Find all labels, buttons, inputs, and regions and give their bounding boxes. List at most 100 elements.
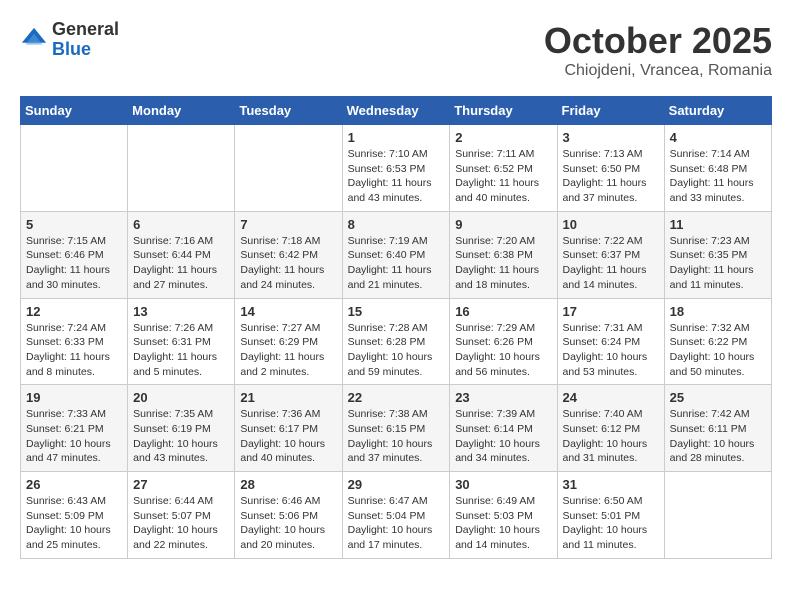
day-info: Sunrise: 6:47 AM Sunset: 5:04 PM Dayligh…	[348, 494, 445, 553]
calendar-cell	[235, 125, 342, 212]
day-number: 31	[563, 477, 659, 492]
calendar-cell: 19 Sunrise: 7:33 AM Sunset: 6:21 PM Dayli…	[21, 385, 128, 472]
calendar-cell: 30Sunrise: 6:49 AM Sunset: 5:03 PM Dayli…	[450, 472, 557, 559]
day-number: 5	[26, 217, 122, 232]
day-info: Sunrise: 7:22 AM Sunset: 6:37 PM Dayligh…	[563, 234, 659, 293]
day-info: Sunrise: 7:16 AM Sunset: 6:44 PM Dayligh…	[133, 234, 229, 293]
calendar-cell: 25Sunrise: 7:42 AM Sunset: 6:11 PM Dayli…	[664, 385, 771, 472]
day-number: 19	[26, 390, 122, 405]
month-title: October 2025	[544, 20, 772, 62]
day-number: 23	[455, 390, 551, 405]
weekday-monday: Monday	[128, 97, 235, 125]
week-row-5: 26Sunrise: 6:43 AM Sunset: 5:09 PM Dayli…	[21, 472, 772, 559]
calendar-cell: 7 Sunrise: 7:18 AM Sunset: 6:42 PM Daylig…	[235, 211, 342, 298]
day-info: Sunrise: 7:24 AM Sunset: 6:33 PM Dayligh…	[26, 321, 122, 380]
day-info: Sunrise: 7:14 AM Sunset: 6:48 PM Dayligh…	[670, 147, 766, 206]
weekday-thursday: Thursday	[450, 97, 557, 125]
calendar-cell: 21 Sunrise: 7:36 AM Sunset: 6:17 PM Dayli…	[235, 385, 342, 472]
day-number: 8	[348, 217, 445, 232]
day-number: 14	[240, 304, 336, 319]
calendar-cell: 15 Sunrise: 7:28 AM Sunset: 6:28 PM Dayli…	[342, 298, 450, 385]
location: Chiojdeni, Vrancea, Romania	[544, 62, 772, 80]
day-info: Sunrise: 7:11 AM Sunset: 6:52 PM Dayligh…	[455, 147, 551, 206]
calendar-cell: 28 Sunrise: 6:46 AM Sunset: 5:06 PM Dayli…	[235, 472, 342, 559]
day-info: Sunrise: 7:35 AM Sunset: 6:19 PM Dayligh…	[133, 407, 229, 466]
calendar-cell	[128, 125, 235, 212]
calendar-cell: 10 Sunrise: 7:22 AM Sunset: 6:37 PM Dayli…	[557, 211, 664, 298]
week-row-3: 12 Sunrise: 7:24 AM Sunset: 6:33 PM Dayli…	[21, 298, 772, 385]
day-info: Sunrise: 7:29 AM Sunset: 6:26 PM Dayligh…	[455, 321, 551, 380]
day-number: 11	[670, 217, 766, 232]
calendar-cell: 27 Sunrise: 6:44 AM Sunset: 5:07 PM Dayli…	[128, 472, 235, 559]
calendar-cell: 11 Sunrise: 7:23 AM Sunset: 6:35 PM Dayli…	[664, 211, 771, 298]
day-number: 17	[563, 304, 659, 319]
day-number: 18	[670, 304, 766, 319]
day-number: 12	[26, 304, 122, 319]
day-number: 27	[133, 477, 229, 492]
day-info: Sunrise: 7:10 AM Sunset: 6:53 PM Dayligh…	[348, 147, 445, 206]
calendar-cell: 3Sunrise: 7:13 AM Sunset: 6:50 PM Daylig…	[557, 125, 664, 212]
day-number: 22	[348, 390, 445, 405]
day-info: Sunrise: 7:13 AM Sunset: 6:50 PM Dayligh…	[563, 147, 659, 206]
day-number: 21	[240, 390, 336, 405]
day-info: Sunrise: 7:18 AM Sunset: 6:42 PM Dayligh…	[240, 234, 336, 293]
calendar-cell: 31Sunrise: 6:50 AM Sunset: 5:01 PM Dayli…	[557, 472, 664, 559]
day-info: Sunrise: 7:26 AM Sunset: 6:31 PM Dayligh…	[133, 321, 229, 380]
week-row-4: 19 Sunrise: 7:33 AM Sunset: 6:21 PM Dayli…	[21, 385, 772, 472]
weekday-saturday: Saturday	[664, 97, 771, 125]
calendar-cell	[21, 125, 128, 212]
day-info: Sunrise: 7:32 AM Sunset: 6:22 PM Dayligh…	[670, 321, 766, 380]
day-number: 16	[455, 304, 551, 319]
weekday-friday: Friday	[557, 97, 664, 125]
calendar-cell: 22 Sunrise: 7:38 AM Sunset: 6:15 PM Dayli…	[342, 385, 450, 472]
day-info: Sunrise: 7:27 AM Sunset: 6:29 PM Dayligh…	[240, 321, 336, 380]
day-info: Sunrise: 7:36 AM Sunset: 6:17 PM Dayligh…	[240, 407, 336, 466]
day-info: Sunrise: 7:20 AM Sunset: 6:38 PM Dayligh…	[455, 234, 551, 293]
day-number: 10	[563, 217, 659, 232]
calendar-cell: 5 Sunrise: 7:15 AM Sunset: 6:46 PM Daylig…	[21, 211, 128, 298]
calendar-cell: 6 Sunrise: 7:16 AM Sunset: 6:44 PM Daylig…	[128, 211, 235, 298]
day-number: 13	[133, 304, 229, 319]
day-number: 26	[26, 477, 122, 492]
calendar-cell: 14 Sunrise: 7:27 AM Sunset: 6:29 PM Dayli…	[235, 298, 342, 385]
page-header: General Blue October 2025 Chiojdeni, Vra…	[20, 20, 772, 80]
week-row-2: 5 Sunrise: 7:15 AM Sunset: 6:46 PM Daylig…	[21, 211, 772, 298]
logo-icon	[20, 26, 48, 54]
calendar-cell: 8 Sunrise: 7:19 AM Sunset: 6:40 PM Daylig…	[342, 211, 450, 298]
day-info: Sunrise: 7:33 AM Sunset: 6:21 PM Dayligh…	[26, 407, 122, 466]
day-info: Sunrise: 7:38 AM Sunset: 6:15 PM Dayligh…	[348, 407, 445, 466]
weekday-wednesday: Wednesday	[342, 97, 450, 125]
calendar-cell: 9Sunrise: 7:20 AM Sunset: 6:38 PM Daylig…	[450, 211, 557, 298]
weekday-header-row: SundayMondayTuesdayWednesdayThursdayFrid…	[21, 97, 772, 125]
day-number: 6	[133, 217, 229, 232]
day-number: 25	[670, 390, 766, 405]
day-number: 15	[348, 304, 445, 319]
weekday-tuesday: Tuesday	[235, 97, 342, 125]
day-info: Sunrise: 7:28 AM Sunset: 6:28 PM Dayligh…	[348, 321, 445, 380]
day-info: Sunrise: 7:39 AM Sunset: 6:14 PM Dayligh…	[455, 407, 551, 466]
logo: General Blue	[20, 20, 119, 60]
day-info: Sunrise: 7:19 AM Sunset: 6:40 PM Dayligh…	[348, 234, 445, 293]
day-number: 7	[240, 217, 336, 232]
day-info: Sunrise: 7:31 AM Sunset: 6:24 PM Dayligh…	[563, 321, 659, 380]
day-info: Sunrise: 6:44 AM Sunset: 5:07 PM Dayligh…	[133, 494, 229, 553]
calendar-cell	[664, 472, 771, 559]
calendar-cell: 2Sunrise: 7:11 AM Sunset: 6:52 PM Daylig…	[450, 125, 557, 212]
day-info: Sunrise: 6:46 AM Sunset: 5:06 PM Dayligh…	[240, 494, 336, 553]
calendar-cell: 4 Sunrise: 7:14 AM Sunset: 6:48 PM Daylig…	[664, 125, 771, 212]
day-number: 30	[455, 477, 551, 492]
calendar-cell: 18 Sunrise: 7:32 AM Sunset: 6:22 PM Dayli…	[664, 298, 771, 385]
calendar-cell: 1 Sunrise: 7:10 AM Sunset: 6:53 PM Daylig…	[342, 125, 450, 212]
day-info: Sunrise: 7:15 AM Sunset: 6:46 PM Dayligh…	[26, 234, 122, 293]
calendar-cell: 17 Sunrise: 7:31 AM Sunset: 6:24 PM Dayli…	[557, 298, 664, 385]
calendar-cell: 20Sunrise: 7:35 AM Sunset: 6:19 PM Dayli…	[128, 385, 235, 472]
day-number: 4	[670, 130, 766, 145]
day-number: 28	[240, 477, 336, 492]
week-row-1: 1 Sunrise: 7:10 AM Sunset: 6:53 PM Daylig…	[21, 125, 772, 212]
calendar-table: SundayMondayTuesdayWednesdayThursdayFrid…	[20, 96, 772, 559]
day-info: Sunrise: 7:23 AM Sunset: 6:35 PM Dayligh…	[670, 234, 766, 293]
title-block: October 2025 Chiojdeni, Vrancea, Romania	[544, 20, 772, 80]
logo-general-text: General	[52, 20, 119, 40]
day-number: 1	[348, 130, 445, 145]
calendar-cell: 29Sunrise: 6:47 AM Sunset: 5:04 PM Dayli…	[342, 472, 450, 559]
